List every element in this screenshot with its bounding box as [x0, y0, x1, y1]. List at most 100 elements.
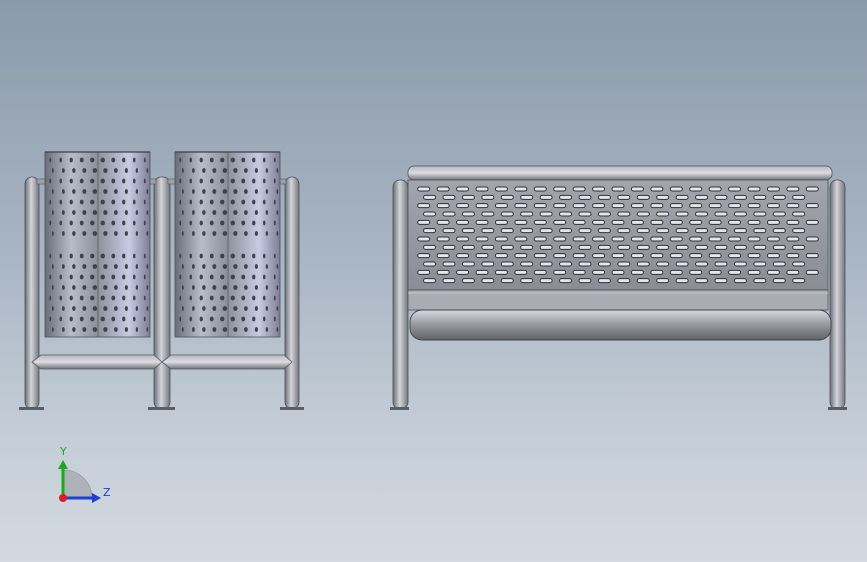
bench-slot: [753, 244, 767, 250]
perforation-hole: [59, 157, 63, 163]
perforation-hole: [132, 157, 136, 163]
bench-slot: [417, 219, 431, 225]
bench-slot: [597, 278, 611, 284]
bench-slot: [708, 236, 722, 242]
bench-slot: [728, 219, 742, 225]
perforation-hole: [62, 285, 65, 290]
bench-slot: [728, 203, 742, 209]
bench-slot: [650, 253, 664, 259]
bench-slot: [747, 186, 761, 192]
waste-bins-model[interactable]: [19, 151, 304, 410]
perforation-hole: [62, 189, 65, 194]
bench-slot: [708, 253, 722, 259]
perforation-hole: [122, 157, 126, 163]
perforation-hole: [181, 306, 184, 311]
bench-slot: [500, 211, 514, 217]
perforation-hole: [90, 316, 95, 322]
bench-slot: [500, 228, 514, 234]
perforation-hole: [262, 157, 266, 163]
waste-bin-right[interactable]: [174, 151, 281, 338]
perforation-hole: [72, 327, 76, 332]
bench-slot: [500, 194, 514, 200]
bench-slot: [786, 219, 800, 225]
bench-slot: [656, 261, 670, 267]
bench-slot: [578, 228, 592, 234]
bench-slot: [714, 278, 728, 284]
bench-slot: [656, 194, 670, 200]
bench-slot: [461, 244, 475, 250]
perforation-hole: [132, 316, 136, 322]
perforation-hole: [69, 295, 73, 301]
perforation-hole: [252, 295, 256, 301]
perforation-hole: [222, 306, 228, 311]
perforation-hole: [220, 178, 225, 184]
perforation-hole: [254, 306, 258, 311]
bench-slot: [539, 278, 553, 284]
bench-slot: [617, 261, 631, 267]
perforation-hole: [233, 231, 238, 236]
bench-slot: [494, 269, 508, 275]
perforation-hole: [132, 295, 136, 301]
bench-slot: [650, 269, 664, 275]
bench-slot: [611, 253, 625, 259]
perforation-hole: [181, 264, 184, 269]
perforation-hole: [92, 189, 98, 194]
perforation-hole: [51, 231, 54, 236]
bench-slot: [669, 203, 683, 209]
perforation-hole: [202, 306, 206, 311]
waste-bin-left[interactable]: [44, 151, 151, 338]
perforation-hole: [122, 220, 126, 226]
bench-slot: [442, 194, 456, 200]
perforation-hole: [230, 316, 235, 322]
bench-slot: [786, 269, 800, 275]
bench-slot: [442, 211, 456, 217]
perforation-hole: [100, 199, 105, 205]
perforation-hole: [59, 199, 63, 205]
perforation-hole: [189, 199, 193, 205]
bench-model[interactable]: [390, 165, 847, 410]
perforation-hole: [273, 220, 276, 226]
bench-slot: [436, 253, 450, 259]
bench-slot: [539, 228, 553, 234]
bench-slot: [592, 269, 606, 275]
bench-slot: [553, 219, 567, 225]
perforation-hole: [135, 168, 139, 173]
perforation-hole: [114, 306, 118, 311]
perforation-hole: [92, 168, 98, 173]
perforation-hole: [189, 274, 193, 280]
bench-slot: [772, 261, 786, 267]
perforation-hole: [212, 189, 217, 194]
bench-slot: [559, 261, 573, 267]
perforation-hole: [244, 285, 248, 290]
perforation-hole: [72, 168, 76, 173]
cad-viewport[interactable]: Y Z: [0, 0, 867, 562]
bench-slot: [514, 253, 528, 259]
perforation-hole: [202, 189, 206, 194]
perforation-hole: [103, 189, 108, 194]
perforation-hole: [103, 210, 108, 215]
triad-z-arrowhead: [92, 493, 101, 503]
perforation-hole: [114, 168, 118, 173]
bench-slot: [475, 236, 489, 242]
bench-slot: [592, 203, 606, 209]
perforation-hole: [111, 157, 116, 163]
bench-slot: [656, 211, 670, 217]
perforation-hole: [273, 253, 276, 259]
bench-slot: [733, 211, 747, 217]
perforation-hole: [51, 189, 54, 194]
bench-slot: [578, 211, 592, 217]
perforation-hole: [254, 327, 258, 332]
bench-slot: [747, 269, 761, 275]
perforation-hole: [143, 178, 146, 184]
perforation-hole: [212, 264, 217, 269]
perforation-hole: [189, 220, 193, 226]
bench-slot: [805, 203, 819, 209]
perforation-hole: [254, 189, 258, 194]
perforation-hole: [51, 327, 54, 332]
perforation-hole: [252, 157, 256, 163]
bench-slot: [533, 219, 547, 225]
perforation-hole: [179, 274, 182, 280]
perforation-hole: [146, 327, 149, 332]
perforation-hole: [62, 327, 65, 332]
bench-slot: [481, 194, 495, 200]
